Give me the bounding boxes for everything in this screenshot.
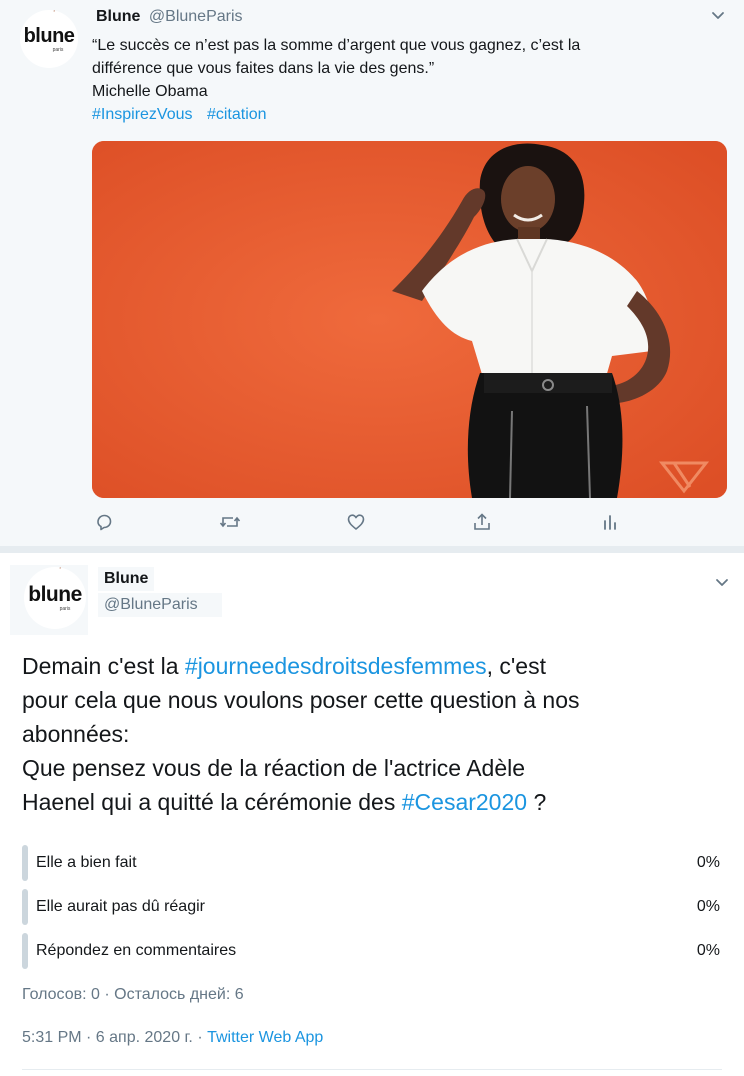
author-handle[interactable]: @BluneParis <box>149 8 243 25</box>
text-segment: , c'est <box>486 653 546 679</box>
tweet-text-line: pour cela que nous voulons poser cette q… <box>22 687 580 713</box>
tweet-text: “Le succès ce n’est pas la somme d’argen… <box>92 34 712 126</box>
poll-option: Répondez en commentaires 0% <box>22 933 722 969</box>
divider <box>22 1069 722 1070</box>
author-name[interactable]: Blune <box>98 567 155 591</box>
avatar-logo-mark <box>53 10 60 12</box>
author-handle[interactable]: @BluneParis <box>98 593 222 617</box>
text-segment: Haenel qui a quitté la cérémonie des <box>22 789 402 815</box>
tweet-text-line: Haenel qui a quitté la cérémonie des #Ce… <box>22 785 730 819</box>
poll-result-bar <box>22 845 28 881</box>
portrait-illustration <box>92 141 727 498</box>
tweet-photo[interactable] <box>92 141 727 498</box>
hashtag-list: #InspirezVous #citation <box>92 103 712 126</box>
like-icon[interactable] <box>344 510 368 534</box>
poll-option: Elle aurait pas dû réagir 0% <box>22 889 722 925</box>
quote-author: Michelle Obama <box>92 83 208 100</box>
poll-option-label: Elle aurait pas dû réagir <box>36 898 205 915</box>
chevron-down-icon[interactable] <box>708 6 728 26</box>
poll-option-label: Répondez en commentaires <box>36 942 237 959</box>
poll-option-percent: 0% <box>696 898 720 915</box>
hashtag-link[interactable]: #journeedesdroitsdesfemmes <box>185 653 487 679</box>
poll-option-percent: 0% <box>696 854 720 871</box>
analytics-icon[interactable] <box>598 510 622 534</box>
tweet-timestamp: 5:31 PM · 6 апр. 2020 г. · Twitter Web A… <box>22 1027 323 1049</box>
tweet-text-line: “Le succès ce n’est pas la somme d’argen… <box>92 37 581 54</box>
avatar-logo-subtext: paris <box>59 606 71 612</box>
poll-option-percent: 0% <box>696 942 720 959</box>
tweet-text: Demain c'est la #journeedesdroitsdesfemm… <box>22 649 730 819</box>
poll-result-bar <box>22 933 28 969</box>
poll-result-bar <box>22 889 28 925</box>
avatar-logo-subtext: paris <box>52 46 64 53</box>
tweet-1[interactable]: blune paris Blune @BluneParis “Le succès… <box>0 0 744 546</box>
avatar-logo-text: blune <box>28 583 82 606</box>
avatar[interactable]: blune paris <box>20 10 78 68</box>
tweet-text-line: Que pensez vous de la réaction de l'actr… <box>22 755 526 781</box>
avatar-frame: blune paris <box>10 565 88 635</box>
source-link[interactable]: Twitter Web App <box>207 1029 323 1046</box>
tweet-2[interactable]: blune paris Blune @BluneParis Demain c'e… <box>0 552 744 1076</box>
tweet-text-line: différence que vous faites dans la vie d… <box>92 60 435 77</box>
avatar-logo-text: blune <box>23 24 75 47</box>
timestamp[interactable]: 5:31 PM · 6 апр. 2020 г. · <box>22 1029 207 1046</box>
text-segment: ? <box>527 789 547 815</box>
chevron-down-icon[interactable] <box>712 573 732 593</box>
tweet-text-line: abonnées: <box>22 721 130 747</box>
share-icon[interactable] <box>470 510 494 534</box>
hashtag-link[interactable]: #citation <box>207 106 267 123</box>
poll-option-label: Elle a bien fait <box>36 854 137 871</box>
reply-icon[interactable] <box>92 510 116 534</box>
poll-option: Elle a bien fait 0% <box>22 845 722 881</box>
tweet-text-line: Demain c'est la #journeedesdroitsdesfemm… <box>22 649 730 683</box>
retweet-icon[interactable] <box>218 510 242 534</box>
author-name[interactable]: Blune <box>96 8 140 25</box>
hashtag-link[interactable]: #Cesar2020 <box>402 789 527 815</box>
tweet-header: Blune @BluneParis <box>96 6 243 28</box>
text-segment: Demain c'est la <box>22 653 185 679</box>
avatar[interactable]: blune paris <box>24 567 86 629</box>
hashtag-link[interactable]: #InspirezVous <box>92 106 193 123</box>
tweet-actions <box>92 510 632 536</box>
poll-meta: Голосов: 0 · Осталось дней: 6 <box>22 986 244 1003</box>
avatar-logo-mark <box>59 567 66 569</box>
